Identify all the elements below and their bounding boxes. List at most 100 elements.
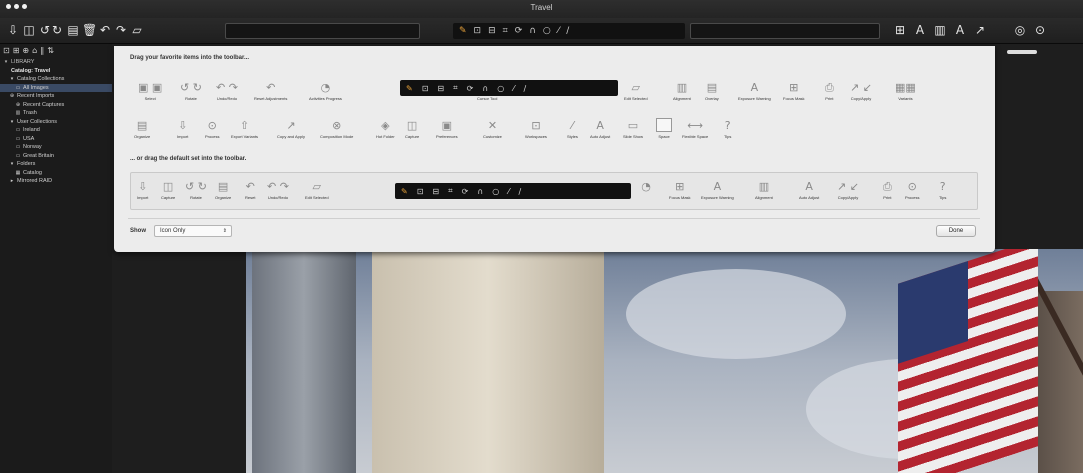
toolbar-item-alignment[interactable]: ▥ Alignment bbox=[673, 80, 691, 101]
cursor-eraser-icon[interactable]: ∕ bbox=[566, 26, 569, 36]
edit-selected-icon[interactable]: ▱ bbox=[130, 23, 144, 37]
sidebar-item-norway[interactable]: ▭ Norway bbox=[0, 143, 112, 152]
cursor-tools-toolbar[interactable]: ✎ ⊡ ⊟ ⌗ ⟳ ∩ ○ ⁄ ∕ bbox=[453, 23, 685, 39]
process-icon[interactable]: ⊙ bbox=[1033, 23, 1047, 37]
toolbar-slot-left[interactable] bbox=[225, 23, 420, 39]
toolbar-item-print[interactable]: ⎙ Print bbox=[825, 80, 834, 101]
toolbar-item-workspaces[interactable]: ⊡ Workspaces bbox=[525, 118, 547, 139]
organize-icon[interactable]: ▤ bbox=[66, 23, 80, 37]
import-icon[interactable]: ⇩ bbox=[6, 23, 20, 37]
exposure-warning-icon[interactable]: A bbox=[913, 23, 927, 37]
toolbar-item-copy-apply[interactable]: ↗ ↙ Copy/Apply bbox=[837, 179, 859, 200]
sidebar-item-library[interactable]: ▾ LIBRARY bbox=[0, 58, 112, 67]
toolbar-item-process[interactable]: ⊙ Process bbox=[905, 179, 919, 200]
toolbar-item-customize[interactable]: ✕ Customize bbox=[483, 118, 502, 139]
toolbar-item-import[interactable]: ⇩ Import bbox=[137, 179, 148, 200]
alignment-icon[interactable]: ▥ bbox=[933, 23, 947, 37]
toolbar-item-focus-mask[interactable]: ⊞ Focus Mask bbox=[669, 179, 691, 200]
toolbar-item-rotate[interactable]: ↺ ↻ Rotate bbox=[185, 179, 207, 200]
toolbar-item-capture[interactable]: ◫ Capture bbox=[161, 179, 175, 200]
rotate-right-icon[interactable]: ↻ bbox=[50, 23, 64, 37]
sidebar-item-folders[interactable]: ▾ Folders bbox=[0, 160, 112, 169]
toolbar-item-copy-apply[interactable]: ↗ ↙ Copy/Apply bbox=[850, 80, 872, 101]
toolbar-item-auto-adjust[interactable]: A Auto Adjust bbox=[799, 179, 819, 200]
cursor-pan-icon[interactable]: ✎ bbox=[459, 26, 467, 36]
toolbar-item-edit-selected[interactable]: ▱ Edit Selected bbox=[624, 80, 648, 101]
sidebar-item-recent-imports[interactable]: ⊕ Recent Imports bbox=[0, 92, 112, 101]
toolbar-item-tips[interactable]: ? Tips bbox=[724, 118, 731, 139]
toolbar-item-reset-adjustments[interactable]: ↶ Reset Adjustments bbox=[254, 80, 287, 101]
viewer-zoom-slider[interactable] bbox=[1007, 50, 1037, 54]
sidebar-item-catalog-travel[interactable]: Catalog: Travel bbox=[0, 67, 112, 76]
toolbar-item-flexible-space[interactable]: ⟷ Flexible Space bbox=[682, 118, 708, 139]
capture-tab-icon[interactable]: ⊞ bbox=[13, 46, 20, 56]
toolbar-item-preferences[interactable]: ▣ Preferences bbox=[436, 118, 458, 139]
sidebar-item-catalog[interactable]: ▦ Catalog bbox=[0, 169, 112, 178]
toolbar-item-slide-show[interactable]: ▭ Slide Show bbox=[623, 118, 643, 139]
toolbar-item-alignment[interactable]: ▥ Alignment bbox=[755, 179, 773, 200]
cursor-brush-icon[interactable]: ⁄ bbox=[558, 26, 560, 36]
toolbar-item-edit-selected[interactable]: ▱ Edit Selected bbox=[305, 179, 329, 200]
sidebar-item-trash[interactable]: ▥ Trash bbox=[0, 109, 112, 118]
toolbar-item-import[interactable]: ⇩ Import bbox=[177, 118, 188, 139]
lens-tab-icon[interactable]: ⊕ bbox=[22, 46, 29, 56]
toolbar-item-organize[interactable]: ▤ Organize bbox=[134, 118, 150, 139]
sidebar-item-ireland[interactable]: ▭ Ireland bbox=[0, 126, 112, 135]
toolbar-item-variants[interactable]: ▦▦ Variants bbox=[895, 80, 916, 101]
sidebar-item-catalog-collections[interactable]: ▾ Catalog Collections bbox=[0, 75, 112, 84]
color-tab-icon[interactable]: ⌂ bbox=[32, 46, 37, 56]
show-mode-select[interactable]: Icon Only ⇕ bbox=[154, 225, 232, 237]
cursor-crop-icon[interactable]: ⊟ bbox=[488, 26, 496, 36]
reset-icon[interactable]: ↶ bbox=[98, 23, 112, 37]
toolbar-item-rotate[interactable]: ↺ ↻ Rotate bbox=[180, 80, 202, 101]
capture-icon[interactable]: ◫ bbox=[22, 23, 36, 37]
sidebar-item-usa[interactable]: ▭ USA bbox=[0, 135, 112, 144]
toolbar-item-copy-and-apply[interactable]: ↗ Copy and Apply bbox=[277, 118, 305, 139]
toolbar-item-auto-adjust[interactable]: A Auto Adjust bbox=[590, 118, 610, 139]
toolbar-item-exposure-warning[interactable]: A Exposure Warning bbox=[738, 80, 771, 101]
details-tab-icon[interactable]: ⇅ bbox=[47, 46, 54, 56]
sidebar-item-great-britain[interactable]: ▭ Great Britain bbox=[0, 152, 112, 161]
sidebar-item-recent-captures[interactable]: ⊕ Recent Captures bbox=[0, 101, 112, 110]
sidebar-item-user-collections[interactable]: ▾ User Collections bbox=[0, 118, 112, 127]
toolbar-item-styles[interactable]: ⁄ Styles bbox=[567, 118, 578, 139]
toolbar-item-hot-folder[interactable]: ◈ Hot Folder bbox=[376, 118, 395, 139]
toolbar-item-capture[interactable]: ◫ Capture bbox=[405, 118, 419, 139]
exposure-tab-icon[interactable]: ∥ bbox=[40, 46, 44, 56]
toolbar-item-undo-redo[interactable]: ↶ ↷ Undo/Redo bbox=[216, 80, 238, 101]
sidebar-item-label: All Images bbox=[23, 84, 49, 91]
cursor-rotate-icon[interactable]: ⟳ bbox=[515, 26, 523, 36]
done-button[interactable]: Done bbox=[936, 225, 976, 237]
toolbar-item-space[interactable]: Space bbox=[656, 118, 672, 139]
grid-icon[interactable]: ⊞ bbox=[893, 23, 907, 37]
toolbar-item-tips[interactable]: ? Tips bbox=[939, 179, 946, 200]
auto-adjust-icon[interactable]: A bbox=[953, 23, 967, 37]
toolbar-item-organize[interactable]: ▤ Organize bbox=[215, 179, 231, 200]
toolbar-item-reset[interactable]: ↶ Reset bbox=[245, 179, 255, 200]
cursor-select-icon[interactable]: ⊡ bbox=[474, 26, 482, 36]
toolbar-item-export-variants[interactable]: ⇧ Export Variants bbox=[231, 118, 258, 139]
sidebar-item-mirrored-raid[interactable]: ▸ Mirrored RAID bbox=[0, 177, 112, 186]
main-photo[interactable] bbox=[246, 249, 1083, 473]
copy-apply-icon[interactable]: ↗ bbox=[973, 23, 987, 37]
cursor-grid-icon[interactable]: ⌗ bbox=[503, 26, 508, 36]
library-tab-icon[interactable]: ⊡ bbox=[3, 46, 10, 56]
sidebar-item-all-images[interactable]: ▭ All Images bbox=[0, 83, 112, 92]
toolbar-item-process[interactable]: ⊙ Process bbox=[205, 118, 219, 139]
toolbar-item-focus-mask[interactable]: ⊞ Focus Mask bbox=[783, 80, 805, 101]
undo-redo-icon[interactable]: ↷ bbox=[114, 23, 128, 37]
toolbar-item-exposure-warning[interactable]: A Exposure Warning bbox=[701, 179, 734, 200]
focus-icon[interactable]: ◎ bbox=[1013, 23, 1027, 37]
toolbar-item-select[interactable]: ▣ ▣ Select bbox=[138, 80, 162, 101]
toolbar-item-composition-mode[interactable]: ⊗ Composition Mode bbox=[320, 118, 353, 139]
toolbar-item-print[interactable]: ⎙ Print bbox=[883, 179, 892, 200]
toolbar-item-undo-redo[interactable]: ↶ ↷ Undo/Redo bbox=[267, 179, 289, 200]
cursor-spot-icon[interactable]: ○ bbox=[543, 26, 551, 36]
cursor-tool-item[interactable]: ✎ ⊡ ⊟ ⌗ ⟳ ∩ ○ ⁄ ∕ bbox=[400, 80, 618, 96]
cursor-keystone-icon[interactable]: ∩ bbox=[529, 26, 536, 36]
default-toolbar-set[interactable]: ⇩ Import ◫ Capture ↺ ↻ Rotate ▤ Organize ↶ Reset ↶… bbox=[130, 172, 978, 210]
toolbar-slot-right[interactable] bbox=[690, 23, 880, 39]
trash-icon[interactable]: 🗑 bbox=[82, 23, 97, 37]
toolbar-item-activities-progress[interactable]: ◔ Activities Progress bbox=[309, 80, 342, 101]
toolbar-item-overlay[interactable]: ▤ Overlay bbox=[705, 80, 719, 101]
